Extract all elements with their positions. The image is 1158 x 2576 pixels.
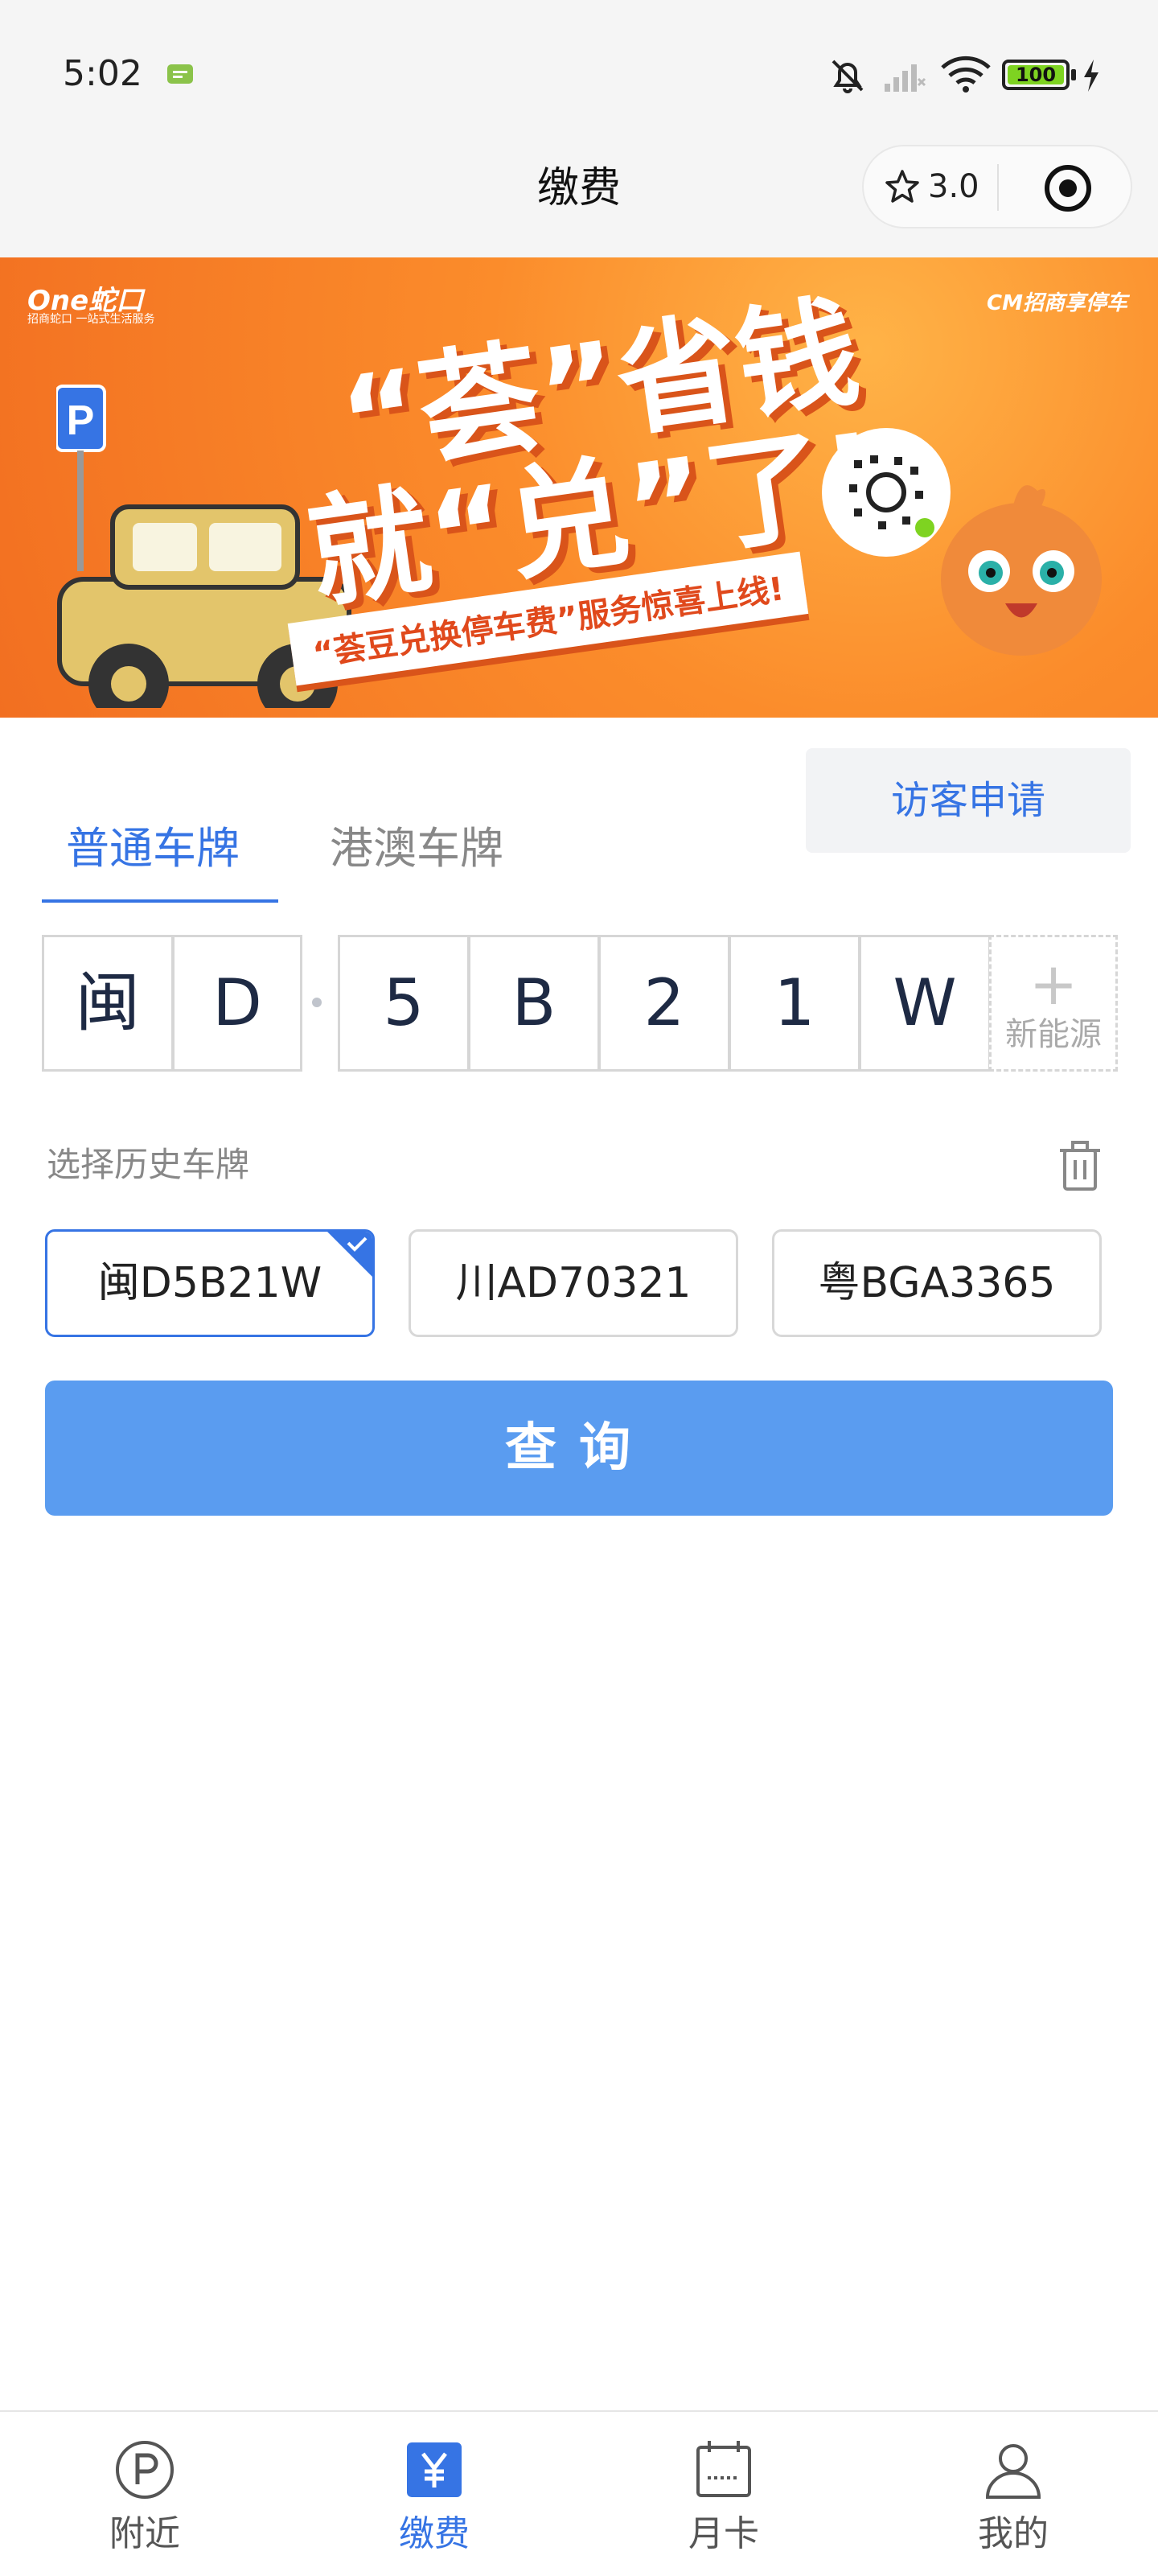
promo-banner[interactable]: One蛇口 招商蛇口 一站式生活服务 CM招商享停车 P “荟”省钱 就“兑”了… — [0, 257, 1158, 718]
plate-char-box-5[interactable]: 2 — [598, 935, 730, 1072]
tab-monthly-card[interactable]: 月卡 — [579, 2412, 868, 2576]
nav-bar: 缴费 3.0 — [0, 145, 1158, 257]
trash-icon[interactable] — [1053, 1138, 1107, 1194]
plate-char-box-6[interactable]: 1 — [729, 935, 860, 1072]
battery-icon: 100 — [1002, 60, 1070, 90]
close-miniprogram-icon[interactable] — [1039, 159, 1097, 217]
wifi-icon — [941, 56, 991, 93]
battery-cap — [1071, 69, 1076, 80]
tab-nearby[interactable]: 附近 — [0, 2412, 290, 2576]
history-plate-text: 闽D5B21W — [97, 1259, 322, 1307]
user-icon — [985, 2444, 1041, 2499]
tab-normal-plate[interactable]: 普通车牌 — [66, 821, 240, 877]
new-energy-label: 新能源 — [1005, 1016, 1102, 1053]
history-plate-chip[interactable]: 粤BGA3365 — [772, 1229, 1102, 1337]
battery-level: 100 — [1015, 64, 1057, 86]
status-bar: 5:02 100 — [0, 0, 1158, 145]
plus-icon: + — [1029, 950, 1078, 1018]
mascot-illustration — [941, 485, 1102, 656]
mute-icon — [832, 60, 864, 93]
tab-hk-macau-plate[interactable]: 港澳车牌 — [330, 821, 503, 877]
history-plate-chip[interactable]: 闽D5B21W — [45, 1229, 375, 1337]
signal-icon — [885, 64, 926, 92]
history-label: 选择历史车牌 — [47, 1145, 250, 1184]
tab-mine[interactable]: 我的 — [868, 2412, 1158, 2576]
plate-separator-dot — [312, 998, 322, 1007]
plate-char-box-4[interactable]: B — [468, 935, 600, 1072]
tab-label: 缴费 — [399, 2513, 470, 2554]
miniprogram-capsule: 3.0 — [862, 145, 1132, 228]
plate-char-box-3[interactable]: 5 — [338, 935, 470, 1072]
history-plate-text: 粤BGA3365 — [818, 1259, 1056, 1307]
visitor-apply-button[interactable]: 访客申请 — [806, 748, 1131, 853]
plate-letter-box[interactable]: D — [172, 935, 302, 1072]
status-time: 5:02 — [63, 53, 142, 94]
new-energy-box[interactable]: + 新能源 — [989, 935, 1118, 1072]
parking-icon — [116, 2441, 174, 2499]
tab-label: 月卡 — [688, 2513, 759, 2554]
bottom-tab-bar: 附近 缴费 月卡 我的 — [0, 2410, 1158, 2576]
tab-payment[interactable]: 缴费 — [290, 2412, 579, 2576]
charging-icon — [1084, 60, 1098, 92]
tab-label: 附近 — [109, 2513, 180, 2554]
calendar-icon — [696, 2441, 751, 2497]
svg-text:P: P — [67, 397, 95, 444]
selected-check-icon — [327, 1232, 372, 1277]
query-button[interactable]: 查询 — [45, 1381, 1113, 1516]
tab-label: 我的 — [978, 2513, 1049, 2554]
rating-value[interactable]: 3.0 — [928, 164, 979, 209]
yuan-icon — [407, 2442, 462, 2497]
star-icon[interactable] — [885, 169, 920, 204]
message-icon — [167, 64, 193, 84]
plate-province-box[interactable]: 闽 — [42, 935, 174, 1072]
history-plate-chip[interactable]: 川AD70321 — [409, 1229, 738, 1337]
banner-logo: CM招商享停车 — [987, 291, 1127, 315]
capsule-divider — [997, 164, 999, 211]
history-plate-text: 川AD70321 — [455, 1259, 692, 1307]
banner-brand-sub: 招商蛇口 一站式生活服务 — [27, 313, 155, 326]
tab-active-underline — [42, 899, 278, 903]
plate-char-box-7[interactable]: W — [859, 935, 991, 1072]
